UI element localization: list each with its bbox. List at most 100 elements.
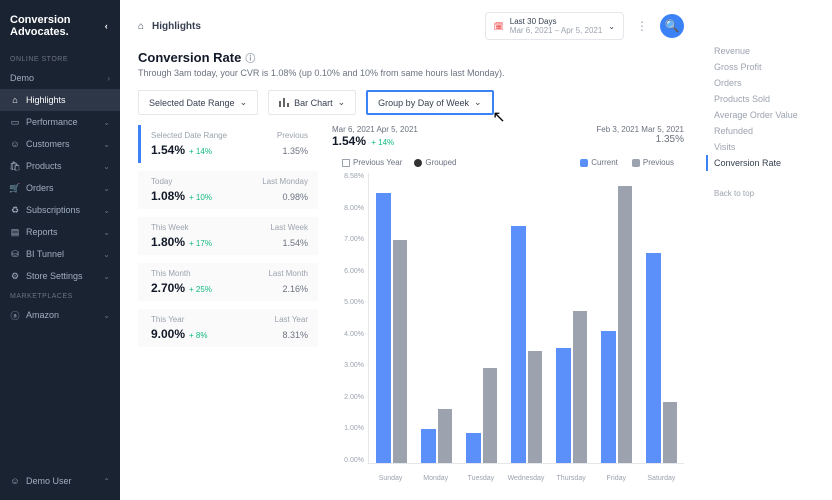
more-menu-icon[interactable]: ⋮: [632, 19, 652, 33]
topbar: ⌂ Highlights 🗓 Last 30 Days Mar 6, 2021 …: [138, 12, 684, 40]
search-icon: 🔍: [665, 19, 680, 33]
bar-current[interactable]: [556, 348, 571, 463]
bar-group: [373, 173, 410, 463]
cursor-icon: ↖: [492, 107, 505, 127]
nav-icon: ▤: [10, 227, 20, 237]
chevron-down-icon: ⌄: [103, 272, 110, 281]
metric-nav-item[interactable]: Refunded: [714, 123, 820, 139]
metric-card[interactable]: This MonthLast Month2.70%+ 25%2.16%: [138, 263, 318, 301]
chart-prev-value: 1.35%: [656, 134, 684, 145]
sidebar-item-products[interactable]: 🛍Products⌄: [0, 155, 120, 177]
section-marketplaces: MARKETPLACES: [0, 287, 120, 304]
date-range-label: Last 30 Days: [510, 17, 603, 26]
metric-nav-item[interactable]: Revenue: [714, 43, 820, 59]
metric-nav-item[interactable]: Average Order Value: [714, 107, 820, 123]
legend-grouped[interactable]: Grouped: [414, 158, 456, 167]
sidebar-item-bi-tunnel[interactable]: ⛁BI Tunnel⌄: [0, 243, 120, 265]
page-title: Conversion Rate ⓘ: [138, 50, 684, 65]
bar-current[interactable]: [646, 253, 661, 463]
bar-previous[interactable]: [438, 409, 453, 463]
chart-legend: Previous Year Grouped Current Previous: [342, 158, 684, 167]
metric-card[interactable]: This YearLast Year9.00%+ 8%8.31%: [138, 309, 318, 347]
y-axis: 0.00%1.00%2.00%3.00%4.00%5.00%6.00%7.00%…: [332, 173, 364, 464]
sidebar-amazon[interactable]: ⓐ Amazon ⌄: [0, 304, 120, 326]
back-to-top[interactable]: Back to top: [714, 186, 820, 201]
bar-group: [418, 173, 455, 463]
chart-header: Mar 6, 2021 Apr 5, 2021 1.54% + 14% Feb …: [332, 125, 684, 148]
sidebar-item-customers[interactable]: ☺Customers⌄: [0, 133, 120, 155]
sidebar-user-label: Demo User: [26, 476, 72, 486]
metric-card[interactable]: This WeekLast Week1.80%+ 17%1.54%: [138, 217, 318, 255]
bar-group: [508, 173, 545, 463]
bar-previous[interactable]: [483, 368, 498, 463]
user-icon: ☺: [10, 476, 20, 486]
filter-bar: Selected Date Range ⌄ Bar Chart ⌄ Group …: [138, 90, 684, 115]
legend-prev-year[interactable]: Previous Year: [342, 158, 402, 167]
legend-current: Current: [580, 158, 618, 167]
collapse-icon[interactable]: ‹: [102, 21, 110, 31]
filter-chart-type[interactable]: Bar Chart ⌄: [268, 90, 356, 115]
sidebar: Conversion Advocates. ‹ ONLINE STORE Dem…: [0, 0, 120, 500]
chevron-down-icon: ⌄: [240, 97, 248, 108]
brand-logo: Conversion Advocates. ‹: [0, 8, 120, 50]
bar-previous[interactable]: [618, 186, 633, 463]
bar-current[interactable]: [376, 193, 391, 463]
sidebar-item-subscriptions[interactable]: ♻Subscriptions⌄: [0, 199, 120, 221]
chevron-up-icon: ⌃: [103, 477, 110, 486]
chevron-down-icon: ⌄: [103, 250, 110, 259]
bar-group: [463, 173, 500, 463]
sidebar-item-reports[interactable]: ▤Reports⌄: [0, 221, 120, 243]
bar-current[interactable]: [466, 433, 481, 463]
chevron-right-icon: ›: [107, 74, 110, 83]
info-icon[interactable]: ⓘ: [245, 50, 255, 65]
sidebar-item-store-settings[interactable]: ⚙Store Settings⌄: [0, 265, 120, 287]
chevron-down-icon: ⌄: [338, 97, 346, 108]
chart-current-change: + 14%: [371, 138, 394, 147]
page-subtitle: Through 3am today, your CVR is 1.08% (up…: [138, 68, 684, 78]
metric-cards: Selected Date RangePrevious1.54%+ 14%1.3…: [138, 125, 318, 482]
metric-nav-item[interactable]: Gross Profit: [714, 59, 820, 75]
chevron-down-icon: ⌄: [103, 162, 110, 171]
sidebar-item-highlights[interactable]: ⌂Highlights: [0, 89, 120, 111]
nav-icon: ▭: [10, 117, 20, 127]
bar-previous[interactable]: [528, 351, 543, 463]
filter-group-by[interactable]: Group by Day of Week ⌄ ↖: [366, 90, 493, 115]
metric-nav-item[interactable]: Orders: [714, 75, 820, 91]
bar-previous[interactable]: [573, 311, 588, 463]
metric-nav-item[interactable]: Conversion Rate: [706, 155, 820, 171]
nav-icon: ♻: [10, 205, 20, 215]
metric-card[interactable]: Selected Date RangePrevious1.54%+ 14%1.3…: [138, 125, 318, 163]
bar-current[interactable]: [601, 331, 616, 463]
chevron-down-icon: ⌄: [103, 118, 110, 127]
metric-card[interactable]: TodayLast Monday1.08%+ 10%0.98%: [138, 171, 318, 209]
sidebar-demo[interactable]: Demo ›: [0, 67, 120, 89]
metric-nav-item[interactable]: Products Sold: [714, 91, 820, 107]
sidebar-item-orders[interactable]: 🛒Orders⌄: [0, 177, 120, 199]
sidebar-demo-label: Demo: [10, 73, 34, 83]
chevron-down-icon: ⌄: [103, 206, 110, 215]
filter-date-range[interactable]: Selected Date Range ⌄: [138, 90, 258, 115]
sidebar-user[interactable]: ☺ Demo User ⌃: [0, 470, 120, 492]
sidebar-item-performance[interactable]: ▭Performance⌄: [0, 111, 120, 133]
panel-row: Selected Date RangePrevious1.54%+ 14%1.3…: [138, 125, 684, 482]
main: ⌂ Highlights 🗓 Last 30 Days Mar 6, 2021 …: [120, 0, 832, 500]
search-button[interactable]: 🔍: [660, 14, 684, 38]
bar-previous[interactable]: [663, 402, 678, 463]
section-online-store: ONLINE STORE: [0, 50, 120, 67]
home-icon[interactable]: ⌂: [138, 21, 144, 32]
brand-text: Conversion Advocates.: [10, 14, 102, 38]
bar-previous[interactable]: [393, 240, 408, 463]
bar-chart-icon: [279, 97, 289, 109]
bar-current[interactable]: [421, 429, 436, 463]
metric-nav: RevenueGross ProfitOrdersProducts SoldAv…: [702, 0, 832, 500]
nav-icon: ☺: [10, 139, 20, 149]
nav-icon: ⚙: [10, 271, 20, 281]
metric-nav-item[interactable]: Visits: [714, 139, 820, 155]
bar-current[interactable]: [511, 226, 526, 463]
chevron-down-icon: ⌄: [474, 97, 482, 108]
legend-previous: Previous: [632, 158, 674, 167]
x-axis: SundayMondayTuesdayWednesdayThursdayFrid…: [368, 475, 684, 482]
chevron-down-icon: ⌄: [608, 22, 615, 31]
date-range-picker[interactable]: 🗓 Last 30 Days Mar 6, 2021 – Apr 5, 2021…: [485, 12, 624, 40]
breadcrumb: Highlights: [152, 21, 201, 32]
